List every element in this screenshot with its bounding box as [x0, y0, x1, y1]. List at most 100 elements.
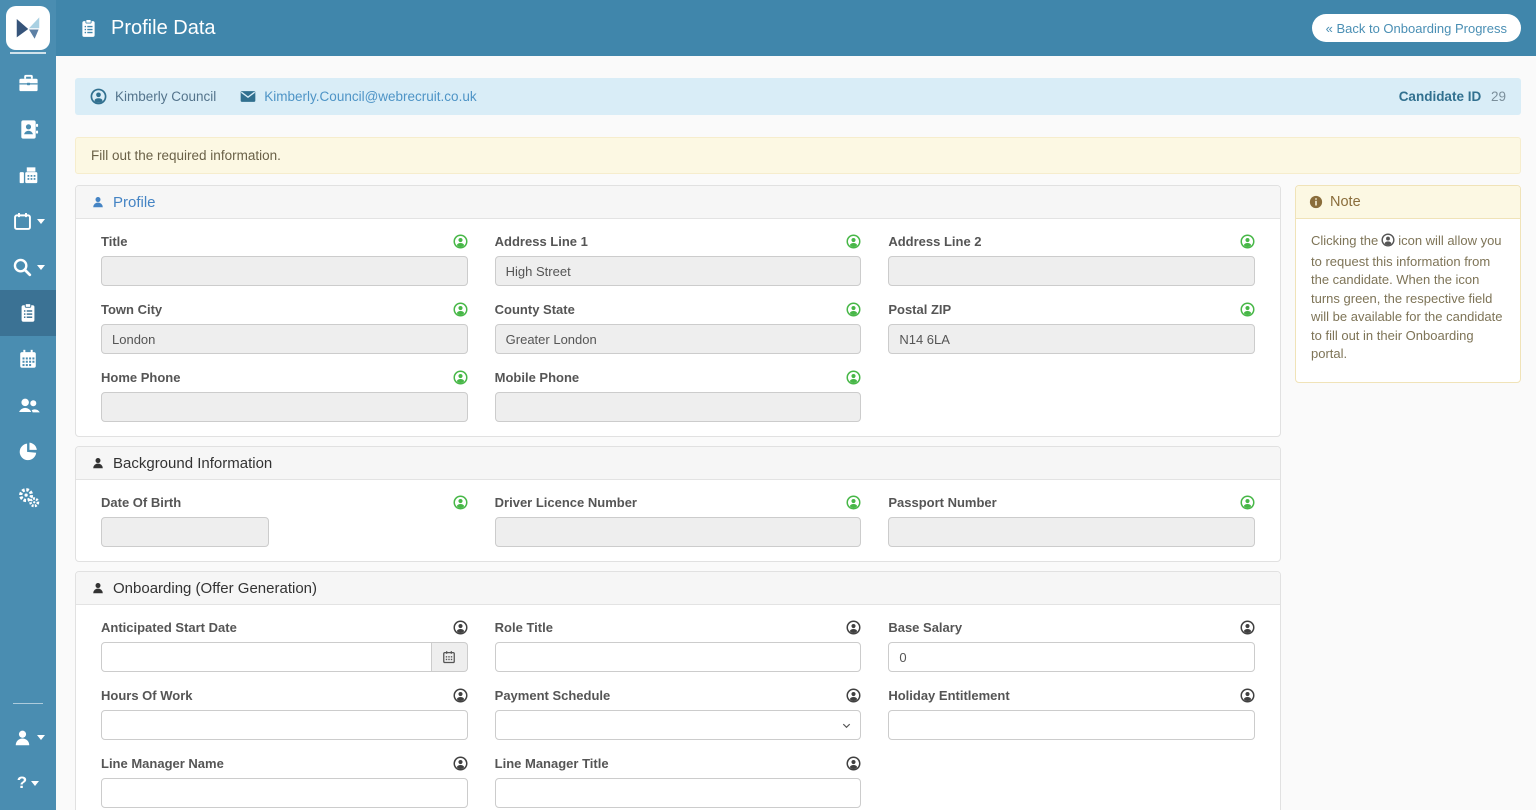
- field-label: Title: [101, 234, 128, 249]
- sidebar-item-users[interactable]: [0, 382, 56, 428]
- holiday-entitlement-input[interactable]: [888, 710, 1255, 740]
- sidebar-item-calendar[interactable]: [0, 336, 56, 382]
- request-info-icon[interactable]: [846, 302, 861, 317]
- request-info-icon[interactable]: [453, 495, 468, 510]
- sidebar-item-help[interactable]: ?: [0, 760, 56, 806]
- field-label: Hours Of Work: [101, 688, 193, 703]
- request-info-icon[interactable]: [453, 620, 468, 635]
- sidebar-item-profile-data[interactable]: [0, 290, 56, 336]
- request-info-icon[interactable]: [453, 302, 468, 317]
- sidebar: ?: [0, 0, 56, 810]
- user-circle-icon: [90, 88, 107, 105]
- request-info-icon[interactable]: [846, 370, 861, 385]
- request-info-icon[interactable]: [453, 688, 468, 703]
- field-payment-schedule: Payment Schedule: [495, 688, 862, 740]
- field-label: Holiday Entitlement: [888, 688, 1009, 703]
- payment-schedule-select[interactable]: [495, 710, 862, 740]
- request-info-icon[interactable]: [1240, 688, 1255, 703]
- sidebar-item-reports[interactable]: [0, 428, 56, 474]
- sidebar-item-contacts[interactable]: [0, 106, 56, 152]
- gears-icon: [17, 486, 40, 509]
- field-label: Town City: [101, 302, 162, 317]
- users-icon: [16, 393, 41, 418]
- request-info-icon[interactable]: [1240, 495, 1255, 510]
- field-base-salary: Base Salary: [888, 620, 1255, 672]
- hours-of-work-input[interactable]: [101, 710, 468, 740]
- request-info-icon[interactable]: [1240, 302, 1255, 317]
- clipboard-icon: [78, 18, 99, 39]
- date-of-birth-input: [101, 517, 269, 547]
- onboarding-panel-header: Onboarding (Offer Generation): [76, 572, 1280, 605]
- chevron-down-icon: [37, 735, 45, 740]
- request-info-icon[interactable]: [1240, 620, 1255, 635]
- calendar-dropdown-icon: [12, 211, 33, 232]
- logo-divider: [10, 52, 46, 54]
- field-town-city: Town City: [101, 302, 468, 354]
- anticipated-start-date-input[interactable]: [101, 642, 432, 672]
- note-title: Note: [1330, 194, 1361, 210]
- field-label: Role Title: [495, 620, 553, 635]
- calendar-grid-icon: [17, 348, 39, 370]
- chevron-down-icon: [841, 720, 852, 731]
- sidebar-item-schedule[interactable]: [0, 198, 56, 244]
- line-manager-title-input[interactable]: [495, 778, 862, 808]
- base-salary-input[interactable]: [888, 642, 1255, 672]
- onboarding-panel-title: Onboarding (Offer Generation): [113, 580, 317, 597]
- sidebar-item-fax[interactable]: [0, 152, 56, 198]
- driver-licence-number-input: [495, 517, 862, 547]
- field-label: Payment Schedule: [495, 688, 611, 703]
- field-date-of-birth: Date Of Birth: [101, 495, 468, 547]
- field-line-manager-title: Line Manager Title: [495, 756, 862, 808]
- profile-panel: Profile Title Addres: [75, 185, 1281, 437]
- user-circle-icon: [1381, 233, 1395, 253]
- field-label: Line Manager Name: [101, 756, 224, 771]
- field-label: Mobile Phone: [495, 370, 580, 385]
- note-text-after: icon will allow you to request this info…: [1311, 233, 1503, 361]
- request-info-icon[interactable]: [846, 620, 861, 635]
- line-manager-name-input[interactable]: [101, 778, 468, 808]
- user-icon: [12, 727, 33, 748]
- candidate-name: Kimberly Council: [115, 89, 216, 104]
- request-info-icon[interactable]: [846, 756, 861, 771]
- field-line-manager-name: Line Manager Name: [101, 756, 468, 808]
- field-label: Home Phone: [101, 370, 180, 385]
- main-content: Kimberly Council Kimberly.Council@webrec…: [56, 56, 1536, 810]
- field-label: Anticipated Start Date: [101, 620, 237, 635]
- profile-panel-title: Profile: [113, 194, 156, 211]
- note-panel-header: Note: [1296, 186, 1520, 219]
- search-icon: [11, 256, 33, 278]
- app-logo[interactable]: [6, 6, 50, 50]
- date-picker-button[interactable]: [432, 642, 468, 672]
- request-info-icon[interactable]: [846, 495, 861, 510]
- candidate-email-link[interactable]: Kimberly.Council@webrecruit.co.uk: [264, 89, 476, 104]
- briefcase-icon: [17, 72, 40, 95]
- sidebar-item-search[interactable]: [0, 244, 56, 290]
- background-panel-title: Background Information: [113, 455, 272, 472]
- fax-icon: [17, 164, 40, 187]
- request-info-icon[interactable]: [846, 234, 861, 249]
- sidebar-item-account[interactable]: [0, 714, 56, 760]
- field-label: Postal ZIP: [888, 302, 951, 317]
- request-info-icon[interactable]: [453, 370, 468, 385]
- field-label: Line Manager Title: [495, 756, 609, 771]
- question-icon: ?: [17, 773, 27, 793]
- pie-chart-icon: [17, 440, 39, 462]
- field-passport-number: Passport Number: [888, 495, 1255, 547]
- request-info-icon[interactable]: [846, 688, 861, 703]
- field-address-line-2: Address Line 2: [888, 234, 1255, 286]
- note-text-before: Clicking the: [1311, 233, 1378, 248]
- back-to-onboarding-button[interactable]: « Back to Onboarding Progress: [1312, 14, 1521, 42]
- page-header: Profile Data « Back to Onboarding Progre…: [56, 0, 1536, 56]
- sidebar-item-jobs[interactable]: [0, 60, 56, 106]
- request-info-icon[interactable]: [453, 756, 468, 771]
- role-title-input[interactable]: [495, 642, 862, 672]
- request-info-icon[interactable]: [1240, 234, 1255, 249]
- sidebar-item-settings[interactable]: [0, 474, 56, 520]
- page-title: Profile Data: [111, 17, 216, 40]
- candidate-info-bar: Kimberly Council Kimberly.Council@webrec…: [75, 78, 1521, 115]
- request-info-icon[interactable]: [453, 234, 468, 249]
- field-label: Address Line 1: [495, 234, 588, 249]
- chevron-down-icon: [31, 781, 39, 786]
- candidate-id-label: Candidate ID: [1399, 89, 1482, 104]
- user-icon: [91, 195, 105, 209]
